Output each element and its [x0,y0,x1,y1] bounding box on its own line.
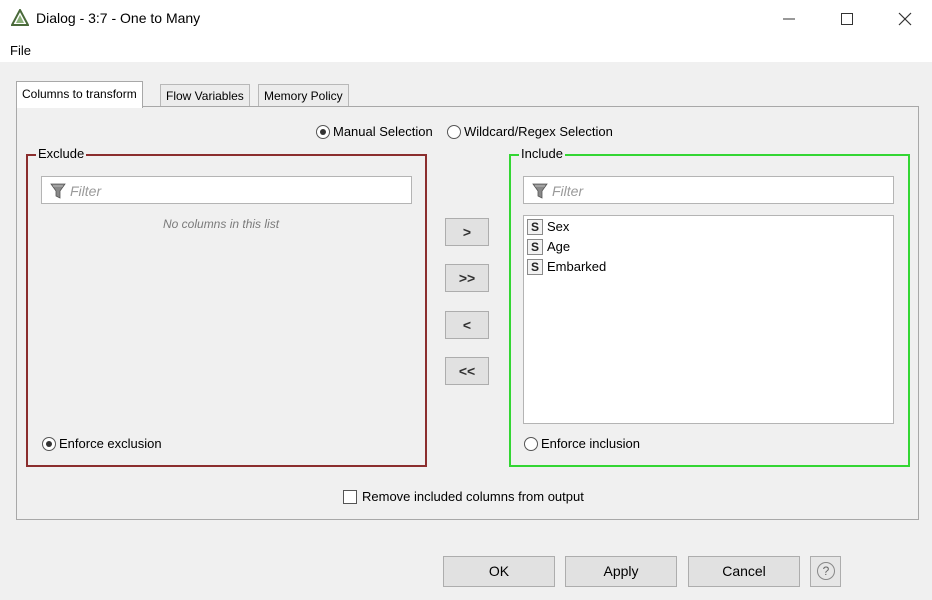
enforce-inclusion-radio[interactable] [524,436,538,451]
enforce-exclusion-label: Enforce exclusion [59,436,162,452]
add-button[interactable]: > [445,218,489,246]
help-button[interactable]: ? [810,556,841,587]
minimize-icon [783,18,795,20]
cancel-button[interactable]: Cancel [688,556,800,587]
include-filter-placeholder: Filter [552,183,584,199]
help-icon: ? [817,562,835,580]
minimize-button[interactable] [760,0,818,38]
string-type-icon: S [527,218,543,235]
enforce-exclusion-radio[interactable] [42,436,56,451]
list-item[interactable]: S Embarked [527,258,606,276]
include-legend: Include [519,146,565,161]
maximize-icon [841,13,853,25]
exclude-filter-placeholder: Filter [70,183,102,199]
list-item-label: Embarked [547,259,607,275]
wildcard-selection-option[interactable]: Wildcard/Regex Selection [447,123,613,139]
exclude-empty-message: No columns in this list [163,217,280,231]
filter-funnel-icon [532,183,548,199]
tab-columns-to-transform[interactable]: Columns to transform [16,81,143,108]
knime-triangle-icon [11,9,29,26]
close-button[interactable] [876,0,932,38]
manual-selection-option[interactable]: Manual Selection [316,123,433,139]
exclude-filter-input[interactable]: Filter [41,176,412,204]
string-type-icon: S [527,258,543,275]
remove-included-checkbox[interactable] [343,489,357,504]
remove-included-label: Remove included columns from output [362,489,584,505]
enforce-exclusion-option[interactable]: Enforce exclusion [42,435,162,451]
enforce-inclusion-label: Enforce inclusion [541,436,640,452]
apply-button[interactable]: Apply [565,556,677,587]
exclude-legend: Exclude [36,146,87,161]
list-item-label: Sex [547,219,570,235]
menu-bar: File [0,38,932,62]
tab-flow-variables[interactable]: Flow Variables [160,84,250,107]
enforce-inclusion-option[interactable]: Enforce inclusion [524,435,640,451]
remove-all-button[interactable]: << [445,357,489,385]
include-filter-input[interactable]: Filter [523,176,894,204]
list-item[interactable]: S Age [527,238,570,256]
window-title: Dialog - 3:7 - One to Many [36,10,201,26]
list-item-label: Age [547,239,571,255]
string-type-icon: S [527,238,543,255]
remove-button[interactable]: < [445,311,489,339]
menu-file[interactable]: File [10,43,31,58]
list-item[interactable]: S Sex [527,218,569,236]
remove-included-option[interactable]: Remove included columns from output [343,488,584,504]
maximize-button[interactable] [818,0,876,38]
tab-memory-policy[interactable]: Memory Policy [258,84,349,107]
wildcard-selection-label: Wildcard/Regex Selection [464,124,613,140]
filter-funnel-icon [50,183,66,199]
ok-button[interactable]: OK [443,556,555,587]
manual-selection-radio[interactable] [316,124,330,139]
title-bar: Dialog - 3:7 - One to Many [0,0,932,38]
add-all-button[interactable]: >> [445,264,489,292]
wildcard-selection-radio[interactable] [447,124,461,139]
close-icon [898,12,912,26]
include-list[interactable]: S Sex S Age S Embarked [523,215,894,424]
manual-selection-label: Manual Selection [333,124,433,140]
